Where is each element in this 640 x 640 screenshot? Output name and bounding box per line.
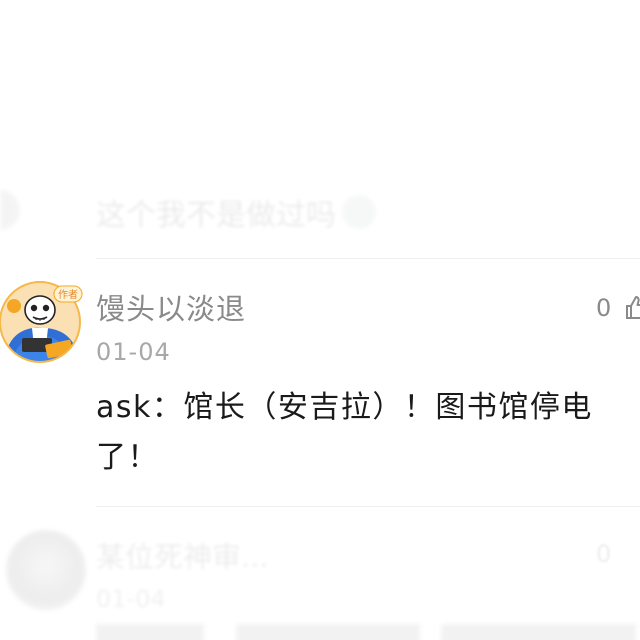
previous-avatar [0,190,20,230]
comment-divider [96,258,640,259]
next-comment-username[interactable]: 某位死神审... [96,534,269,576]
comment-divider [96,506,640,507]
next-avatar[interactable] [6,530,86,610]
next-comment-body [96,624,636,640]
avatar[interactable]: 作者 [0,276,84,368]
previous-comment-text: 这个我不是做过吗 [96,198,336,233]
next-like-count: 0 [596,540,612,568]
comment-username[interactable]: 馒头以淡退 [96,286,246,328]
next-comment-date: 01-04 [96,585,166,613]
comment-body-line: 了！ [96,440,159,475]
author-badge: 作者 [58,289,78,301]
comment-body-line: ask：馆长（安吉拉）！图书馆停电 [96,390,593,425]
user-avatar-icon: 作者 [0,281,83,363]
like-count: 0 [596,294,612,322]
thumbs-up-icon[interactable] [624,294,640,320]
comment-date: 01-04 [96,338,171,366]
comment-body: ask：馆长（安吉拉）！图书馆停电 了！ [96,383,640,483]
previous-comment: 这个我不是做过吗 [96,190,376,234]
smiley-icon [342,195,376,229]
comment-list-screen: 这个我不是做过吗 作者 馒头以淡退 01-04 0 ask：馆长（安吉拉）！图书… [0,0,640,640]
